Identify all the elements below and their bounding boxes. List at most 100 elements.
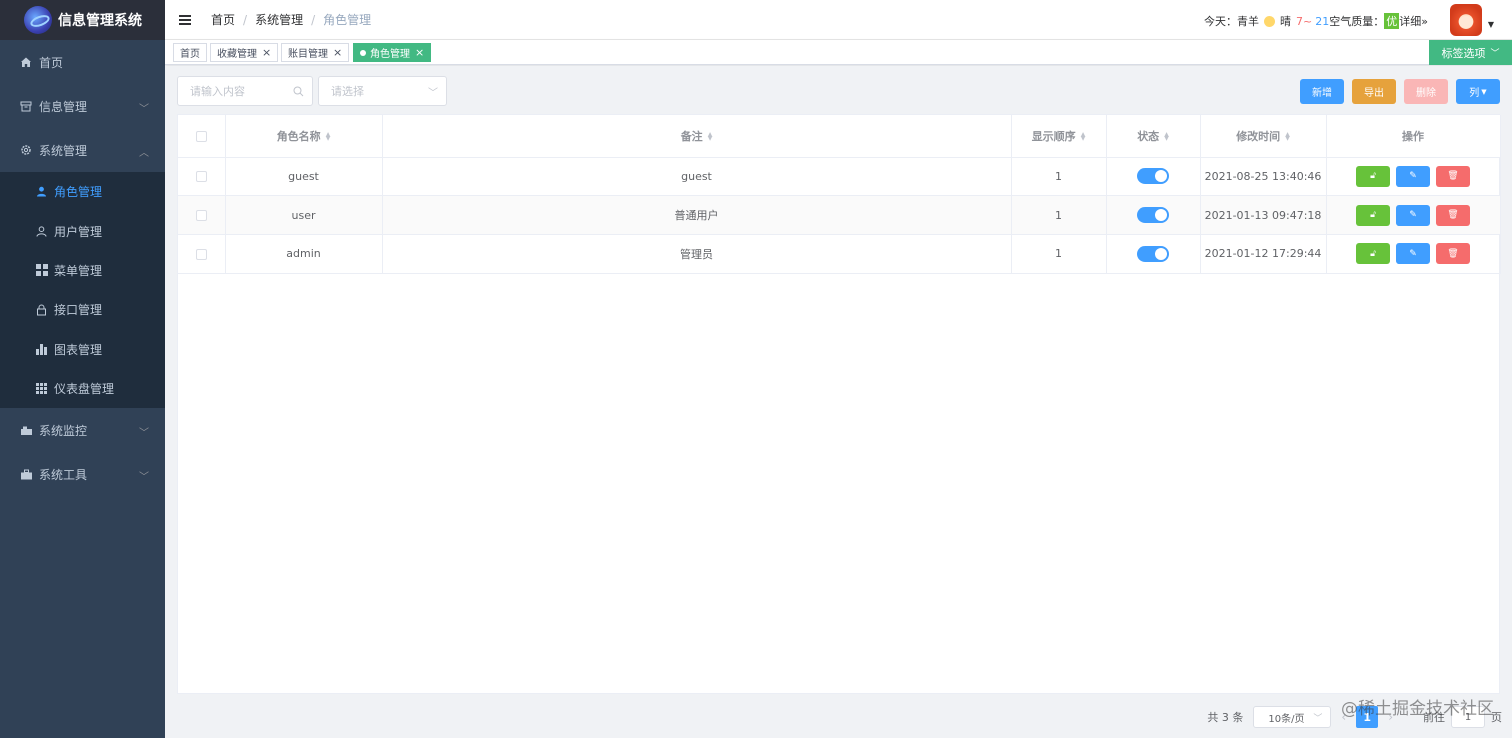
user-solid-icon <box>35 185 48 198</box>
edit-button[interactable]: ✎ <box>1396 243 1430 265</box>
hamburger-icon[interactable] <box>179 14 191 25</box>
sort-icon[interactable]: ▲ ▼ <box>326 131 331 141</box>
row-checkbox[interactable] <box>195 248 207 260</box>
logo-area[interactable]: 信息管理系统 <box>0 0 165 40</box>
tag-label: 角色管理 <box>370 49 410 60</box>
status-toggle[interactable] <box>1137 168 1169 185</box>
close-icon[interactable]: × <box>333 46 342 59</box>
tags-view: 首页 收藏管理 × 账目管理 × 角色管理 × 标签选项 ﹀ <box>165 40 1512 65</box>
status-cell <box>1106 195 1201 235</box>
tag-role[interactable]: 角色管理 × <box>353 43 432 62</box>
breadcrumb-system[interactable]: 系统管理 <box>255 11 303 28</box>
weather-temp-low: 21 <box>1315 14 1330 28</box>
select-all-checkbox[interactable] <box>195 130 207 142</box>
bar-chart-icon <box>35 343 48 356</box>
table-row[interactable]: guest guest 1 2021-08-25 13:40:46 🔓︎ ✎ 🗑︎ <box>178 157 1501 197</box>
sidebar-item-system[interactable]: 系统管理 ︿ <box>0 128 165 172</box>
edit-icon: ✎ <box>1409 248 1417 259</box>
row-checkbox[interactable] <box>195 171 207 183</box>
page-size-select[interactable]: 10条/页 ﹀ <box>1253 706 1332 728</box>
search-icon[interactable] <box>293 86 304 100</box>
tag-home[interactable]: 首页 <box>173 43 207 62</box>
status-select[interactable]: 请选择 ﹀ <box>318 76 447 106</box>
column-header-label: 修改时间 <box>1236 129 1281 143</box>
weather-detail-link[interactable]: 详细» <box>1399 13 1428 29</box>
sidebar-item-label: 图表管理 <box>54 342 103 357</box>
table-row[interactable]: user 普通用户 1 2021-01-13 09:47:18 🔓︎ ✎ 🗑︎ <box>178 195 1501 235</box>
column-header[interactable]: 修改时间 ▲ ▼ <box>1200 115 1327 158</box>
tag-accounts[interactable]: 账目管理 × <box>281 43 350 62</box>
export-button[interactable]: 导出 <box>1352 79 1396 104</box>
delete-row-button[interactable]: 🗑︎ <box>1436 204 1470 226</box>
next-page-icon[interactable]: › <box>1388 710 1393 724</box>
weather-today-label: 今天： <box>1204 15 1238 28</box>
delete-row-button[interactable]: 🗑︎ <box>1436 165 1470 187</box>
prev-page-icon[interactable]: ‹ <box>1341 710 1346 724</box>
table-row[interactable]: admin 管理员 1 2021-01-12 17:29:44 🔓︎ ✎ 🗑︎ <box>178 234 1501 274</box>
sidebar-item-tools[interactable]: 系统工具 ﹀ <box>0 452 165 496</box>
permission-button[interactable]: 🔓︎ <box>1356 204 1390 226</box>
sort-icon[interactable]: ▲ ▼ <box>1081 131 1086 141</box>
actions-cell: 🔓︎ ✎ 🗑︎ <box>1326 157 1501 197</box>
trash-icon: 🗑︎ <box>1447 171 1459 182</box>
sidebar-item-role[interactable]: 角色管理 <box>0 172 165 211</box>
avatar[interactable] <box>1450 4 1482 36</box>
home-icon <box>19 55 33 69</box>
edit-button[interactable]: ✎ <box>1396 204 1430 226</box>
permission-button[interactable]: 🔓︎ <box>1356 243 1390 265</box>
status-toggle[interactable] <box>1137 245 1169 262</box>
air-quality-badge: 优 <box>1384 13 1400 29</box>
pagination: 共 3 条 10条/页 ﹀ ‹ 1 › 前往 1 页 <box>1207 703 1502 731</box>
row-checkbox[interactable] <box>195 210 207 222</box>
caret-down-icon[interactable]: ▼ <box>1488 20 1494 29</box>
sidebar-item-monitor[interactable]: 系统监控 ﹀ <box>0 408 165 452</box>
toggle-knob <box>1155 170 1167 183</box>
close-icon[interactable]: × <box>262 46 271 59</box>
sidebar-item-user[interactable]: 用户管理 <box>0 211 165 250</box>
status-toggle[interactable] <box>1137 207 1169 224</box>
row-select-cell <box>178 234 226 274</box>
system-submenu: 角色管理 用户管理 菜单管理 接口管理 图表管理 仪表盘管理 <box>0 172 165 409</box>
edit-icon: ✎ <box>1409 210 1417 221</box>
sidebar-item-label: 系统监控 <box>39 423 88 438</box>
sort-icon[interactable]: ▲ ▼ <box>708 131 713 141</box>
column-header[interactable]: 备注 ▲ ▼ <box>382 115 1012 158</box>
columns-button-label: 列 <box>1469 88 1480 99</box>
sidebar-item-info[interactable]: 信息管理 ﹀ <box>0 84 165 128</box>
row-select-cell <box>178 195 226 235</box>
columns-button[interactable]: 列 ▼ <box>1456 79 1500 104</box>
column-header[interactable]: 角色名称 ▲ ▼ <box>225 115 383 158</box>
add-button[interactable]: 新增 <box>1300 79 1344 104</box>
sidebar-item-chart[interactable]: 图表管理 <box>0 330 165 369</box>
column-header-label: 操作 <box>1402 129 1424 143</box>
delete-row-button[interactable]: 🗑︎ <box>1436 243 1470 265</box>
permission-button[interactable]: 🔓︎ <box>1356 165 1390 187</box>
tag-label: 首页 <box>180 49 200 60</box>
breadcrumb-home[interactable]: 首页 <box>211 11 235 28</box>
sort-icon[interactable]: ▲ ▼ <box>1164 131 1169 141</box>
close-icon[interactable]: × <box>415 46 424 59</box>
delete-button[interactable]: 删除 <box>1404 79 1448 104</box>
sort-icon[interactable]: ▲ ▼ <box>1285 131 1290 141</box>
column-header[interactable]: 显示顺序 ▲ ▼ <box>1011 115 1107 158</box>
toolbox-icon <box>19 467 33 481</box>
page-number-current[interactable]: 1 <box>1356 706 1379 728</box>
order-cell: 1 <box>1011 195 1107 235</box>
lock-icon: 🔓︎ <box>1370 210 1376 221</box>
sidebar-item-api[interactable]: 接口管理 <box>0 290 165 329</box>
edit-button[interactable]: ✎ <box>1396 165 1430 187</box>
delete-button-label: 删除 <box>1416 88 1436 99</box>
sidebar-item-label: 用户管理 <box>54 224 103 239</box>
search-input[interactable]: 请输入内容 <box>177 76 313 106</box>
column-header[interactable]: 状态 ▲ ▼ <box>1106 115 1201 158</box>
modified-cell: 2021-08-25 13:40:46 <box>1200 157 1327 197</box>
tag-options-button[interactable]: 标签选项 ﹀ <box>1429 40 1512 65</box>
status-cell <box>1106 234 1201 274</box>
archive-icon <box>19 99 33 113</box>
sidebar-item-menu[interactable]: 菜单管理 <box>0 251 165 290</box>
tag-favorites[interactable]: 收藏管理 × <box>210 43 279 62</box>
sidebar-item-dashboard[interactable]: 仪表盘管理 <box>0 369 165 408</box>
sidebar-item-home[interactable]: 首页 <box>0 40 165 84</box>
goto-page-input[interactable]: 1 <box>1451 706 1485 728</box>
tag-label: 收藏管理 <box>217 49 257 60</box>
